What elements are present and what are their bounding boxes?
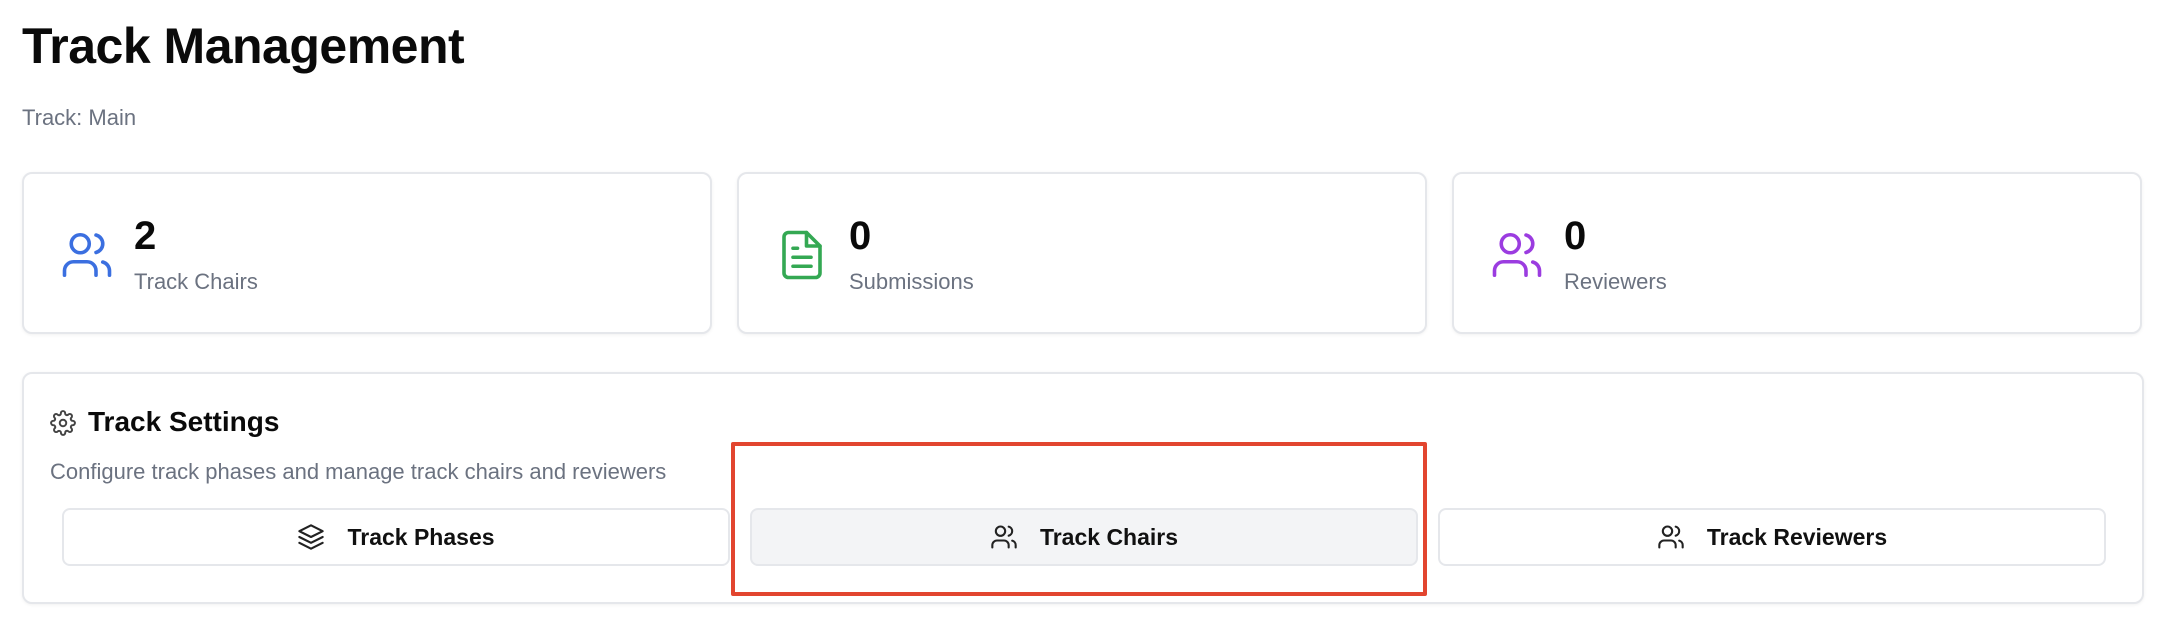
stat-value: 2: [134, 214, 157, 258]
tab-label: Track Phases: [347, 523, 495, 550]
stat-label: Submissions: [849, 269, 974, 294]
track-management-page: Track Management Track: Main 2 Track Cha…: [0, 0, 2170, 630]
track-subtitle: Track: Main: [22, 105, 137, 130]
stat-label: Reviewers: [1564, 269, 1667, 294]
users-icon: [60, 228, 114, 282]
stat-label: Track Chairs: [134, 269, 258, 294]
tab-track-reviewers[interactable]: Track Reviewers: [1438, 508, 2106, 566]
document-icon: [775, 228, 829, 282]
layers-icon: [297, 523, 325, 551]
stat-card-reviewers: 0 Reviewers: [1452, 172, 2142, 334]
tab-label: Track Reviewers: [1706, 523, 1888, 550]
track-settings-card: Track Settings Configure track phases an…: [22, 372, 2144, 604]
page-title: Track Management: [22, 18, 465, 74]
stat-card-submissions: 0 Submissions: [737, 172, 1427, 334]
stat-value: 0: [849, 214, 872, 258]
tab-label: Track Chairs: [1039, 523, 1179, 550]
stat-value: 0: [1564, 214, 1587, 258]
users-icon: [1490, 228, 1544, 282]
users-icon: [990, 523, 1018, 551]
users-icon: [1657, 523, 1685, 551]
settings-title: Track Settings: [88, 406, 280, 437]
gear-icon: [50, 410, 76, 436]
stat-card-track-chairs: 2 Track Chairs: [22, 172, 712, 334]
tab-track-chairs[interactable]: Track Chairs: [750, 508, 1418, 566]
settings-description: Configure track phases and manage track …: [50, 459, 667, 484]
tab-track-phases[interactable]: Track Phases: [62, 508, 730, 566]
